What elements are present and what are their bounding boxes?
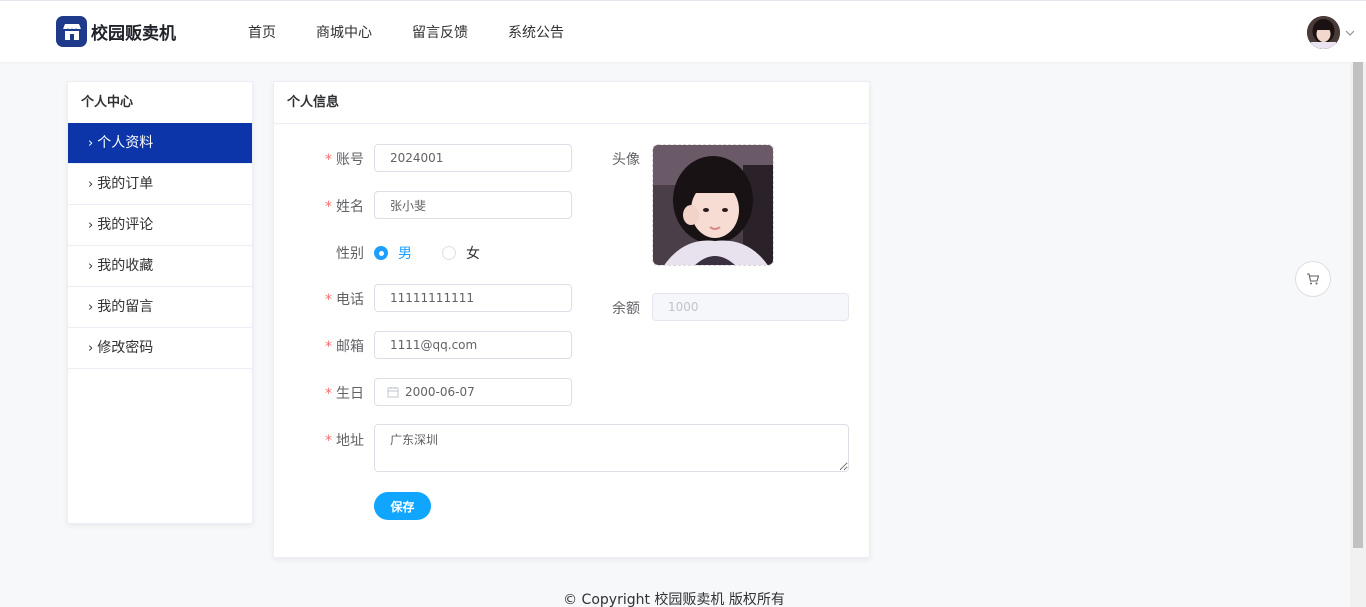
chevron-right-icon: › — [88, 259, 94, 274]
sidebar-item-label: 我的收藏 — [97, 258, 154, 274]
sidebar-item-label: 我的评论 — [97, 217, 154, 233]
gender-radio-female[interactable]: 女 — [442, 243, 480, 263]
phone-label: * 电话 — [325, 292, 364, 308]
sidebar-item-comments[interactable]: › 我的评论 — [68, 205, 252, 246]
nav-feedback[interactable]: 留言反馈 — [412, 22, 468, 42]
avatar-upload[interactable] — [652, 144, 774, 266]
sidebar-item-profile[interactable]: › 个人资料 — [68, 123, 252, 164]
birthday-date-picker[interactable]: 2000-06-07 — [374, 378, 572, 406]
name-input[interactable] — [374, 191, 572, 219]
balance-label: 余额 — [612, 301, 640, 317]
email-input[interactable] — [374, 331, 572, 359]
radio-dot — [374, 246, 388, 260]
sidebar-item-favorites[interactable]: › 我的收藏 — [68, 246, 252, 287]
sidebar-item-label: 个人资料 — [97, 135, 154, 151]
user-avatar[interactable] — [1307, 16, 1340, 49]
email-label: * 邮箱 — [325, 339, 364, 355]
profile-photo — [653, 145, 773, 265]
top-header: 校园贩卖机 首页 商城中心 留言反馈 系统公告 — [0, 0, 1366, 62]
card-title: 个人信息 — [274, 82, 869, 124]
name-label: * 姓名 — [325, 199, 364, 215]
birthday-label: * 生日 — [325, 386, 364, 402]
nav-mall[interactable]: 商城中心 — [316, 22, 372, 42]
footer-copyright: © Copyright 校园贩卖机 版权所有 — [563, 592, 785, 607]
logo[interactable]: 校园贩卖机 — [56, 16, 176, 47]
sidebar-item-label: 我的留言 — [97, 299, 154, 315]
nav-home[interactable]: 首页 — [248, 22, 276, 42]
floating-cart-button[interactable] — [1295, 261, 1331, 297]
sidebar-item-label: 修改密码 — [97, 340, 154, 356]
address-textarea[interactable]: 广东深圳 — [374, 424, 849, 472]
sidebar-item-change-password[interactable]: › 修改密码 — [68, 328, 252, 369]
chevron-right-icon: › — [88, 136, 94, 151]
sidebar-title: 个人中心 — [81, 95, 134, 110]
logo-text: 校园贩卖机 — [91, 24, 176, 44]
phone-input[interactable] — [374, 284, 572, 312]
radio-dot — [442, 246, 456, 260]
chevron-right-icon: › — [88, 177, 94, 192]
save-button[interactable]: 保存 — [374, 492, 431, 520]
gender-radio-male[interactable]: 男 — [374, 243, 412, 263]
balance-input — [652, 293, 849, 321]
avatar-label: 头像 — [612, 152, 640, 168]
store-logo-icon — [56, 16, 87, 47]
account-label: * 账号 — [325, 152, 364, 168]
main-nav: 首页 商城中心 留言反馈 系统公告 — [248, 1, 604, 63]
sidebar-item-orders[interactable]: › 我的订单 — [68, 164, 252, 205]
chevron-down-icon — [1345, 30, 1355, 36]
account-input[interactable] — [374, 144, 572, 172]
chevron-right-icon: › — [88, 300, 94, 315]
sidebar: 个人中心 › 个人资料 › 我的订单 › 我的评论 › 我的收藏 › 我的留言 › 修改密码 — [67, 81, 253, 524]
scrollbar-thumb[interactable] — [1353, 62, 1363, 548]
calendar-icon — [387, 387, 399, 398]
chevron-right-icon: › — [88, 218, 94, 233]
birthday-value: 2000-06-07 — [405, 385, 475, 399]
chevron-right-icon: › — [88, 341, 94, 356]
sidebar-item-messages[interactable]: › 我的留言 — [68, 287, 252, 328]
gender-label: 性别 — [336, 246, 364, 262]
sidebar-item-label: 我的订单 — [97, 176, 154, 192]
nav-announcement[interactable]: 系统公告 — [508, 22, 564, 42]
user-menu[interactable] — [1307, 16, 1356, 49]
cart-icon — [1307, 273, 1320, 285]
profile-card: 个人信息 *账号 *姓名 性别 男 女 *电话 *邮箱 *生日 2000-06-… — [273, 81, 870, 558]
address-label: * 地址 — [325, 433, 364, 449]
page-scrollbar[interactable] — [1350, 62, 1366, 607]
